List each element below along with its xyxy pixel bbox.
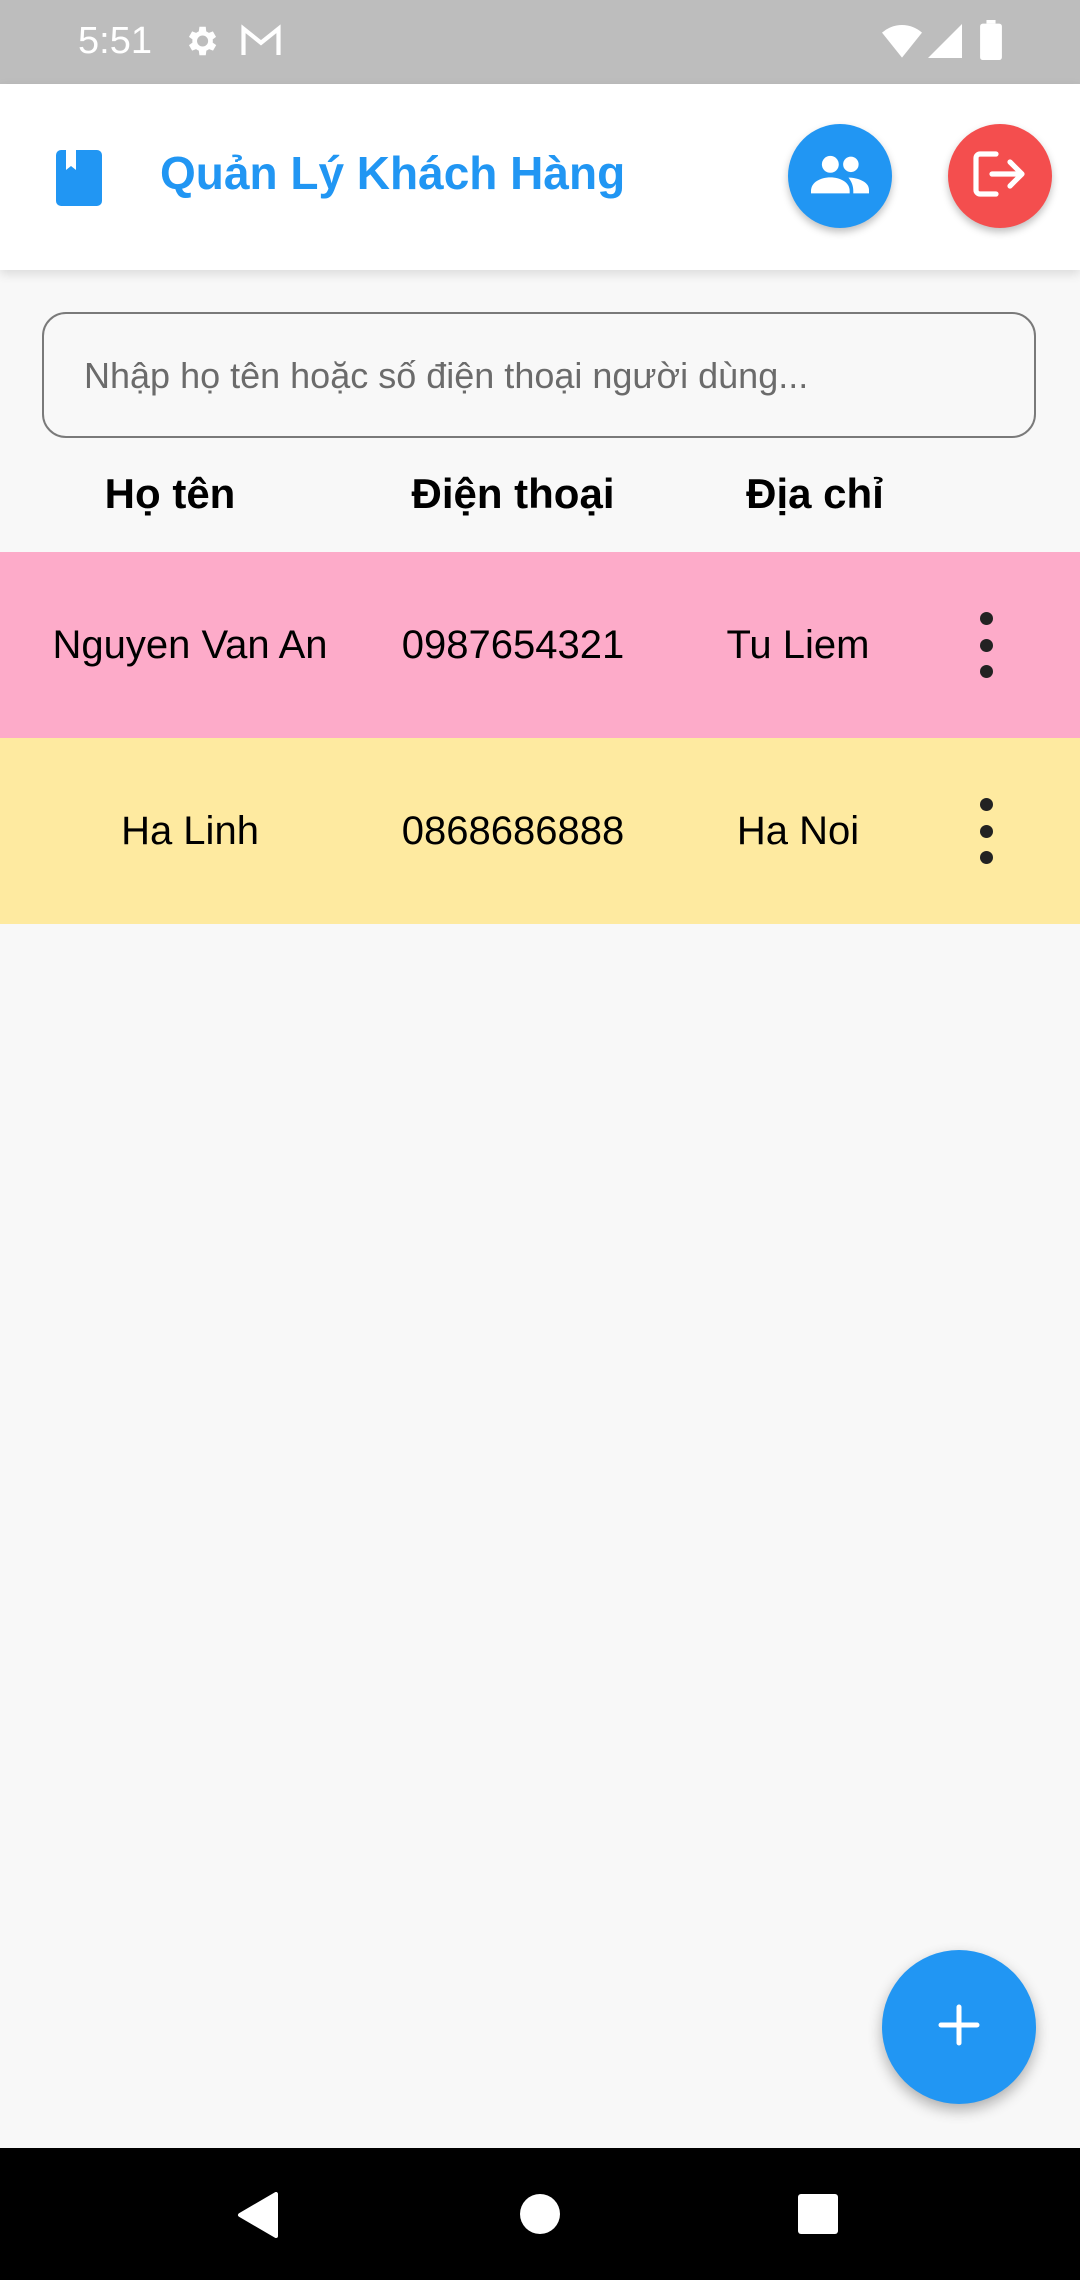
table-row[interactable]: Ha Linh 0868686888 Ha Noi [0,738,1080,924]
header-address: Địa chỉ [746,470,884,517]
plus-icon [937,2003,981,2052]
battery-icon [980,20,1002,65]
back-icon[interactable] [236,2192,280,2243]
users-button[interactable] [788,124,892,228]
search-field[interactable] [42,312,1036,438]
logout-button[interactable] [948,124,1052,228]
recents-icon[interactable] [796,2192,840,2241]
status-bar: 5:51 [0,0,1080,84]
search-input[interactable] [82,314,986,437]
wifi-icon [882,24,922,63]
signal-icon [928,24,962,63]
more-vert-icon[interactable] [966,612,1006,678]
people-icon [811,153,869,200]
more-vert-icon[interactable] [966,798,1006,864]
row-phone: 0868686888 [401,809,625,853]
add-customer-button[interactable] [882,1950,1036,2104]
header-name: Họ tên [104,470,236,517]
navigation-bar [0,2148,1080,2280]
app-bar: Quản Lý Khách Hàng [0,84,1080,270]
gear-icon [182,22,220,65]
table-row[interactable]: Nguyen Van An 0987654321 Tu Liem [0,552,1080,738]
status-time: 5:51 [78,20,152,62]
row-name: Ha Linh [121,809,259,853]
row-address: Tu Liem [726,623,870,667]
home-icon[interactable] [518,2192,562,2241]
logout-icon [972,149,1028,204]
header-phone: Điện thoại [411,470,615,517]
row-name: Nguyen Van An [52,623,328,667]
gmail-icon [240,22,282,65]
app-title: Quản Lý Khách Hàng [160,147,626,199]
row-address: Ha Noi [736,809,860,853]
row-phone: 0987654321 [401,623,625,667]
book-icon [56,150,102,211]
